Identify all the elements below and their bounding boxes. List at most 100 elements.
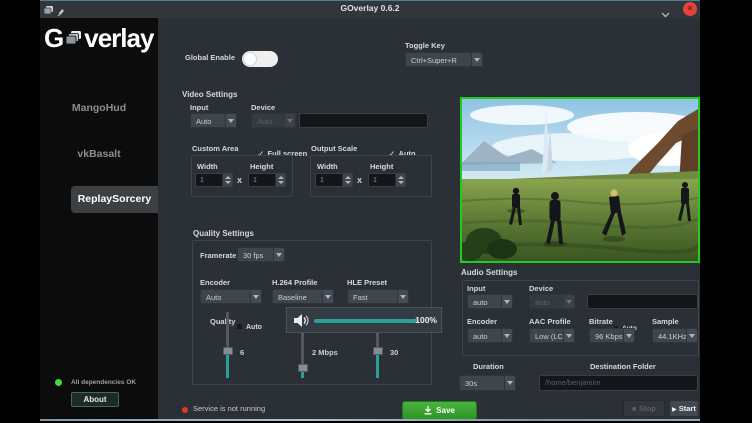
dropdown-arrow-icon	[563, 295, 574, 308]
titlebar[interactable]: GOverlay 0.6.2 ×	[40, 0, 700, 18]
toggle-key-dropdown[interactable]: Ctrl+Super+R	[405, 52, 483, 67]
desktop-stage: GOverlay 0.6.2 × Gverlay MangoHud vkBasa…	[0, 0, 752, 423]
checkbox-unchecked-icon	[236, 323, 243, 330]
dropdown-arrow-icon[interactable]	[225, 114, 236, 127]
framerate-dropdown[interactable]: 30 fps	[237, 247, 285, 262]
quality-auto-checkbox[interactable]: Auto	[236, 316, 262, 334]
slider-handle[interactable]	[373, 347, 383, 355]
spinner-arrows-icon[interactable]	[222, 174, 232, 186]
speaker-icon[interactable]	[293, 313, 310, 333]
video-device-field[interactable]	[299, 113, 428, 128]
audio-settings-title: Audio Settings	[461, 268, 517, 277]
dropdown-arrow-icon[interactable]	[686, 329, 697, 342]
h264-profile-label: H.264 Profile	[272, 278, 317, 287]
hle-preset-dropdown[interactable]: Fast	[347, 289, 409, 304]
play-icon: ▶	[672, 407, 677, 413]
logo-windows-icon	[64, 24, 83, 43]
dropdown-arrow-icon[interactable]	[563, 329, 574, 342]
dropdown-arrow-icon[interactable]	[504, 376, 515, 390]
bitrate-dropdown[interactable]: 96 Kbps	[589, 328, 635, 343]
sample-dropdown[interactable]: 44.1KHz	[652, 328, 698, 343]
output-width-spinbox[interactable]: 1	[315, 173, 353, 187]
sample-value: 44.1KHz	[658, 332, 687, 341]
duration-label: Duration	[473, 362, 504, 371]
volume-slider[interactable]	[314, 319, 418, 323]
toggle-key-value: Ctrl+Super+R	[411, 56, 457, 65]
dropdown-arrow-icon[interactable]	[471, 53, 482, 66]
capture-preview	[460, 97, 700, 263]
dropdown-arrow-icon[interactable]	[501, 295, 512, 308]
window-bottom-edge	[40, 419, 700, 421]
stop-label: Stop	[639, 404, 656, 413]
encoder-value: Auto	[206, 293, 221, 302]
dropdown-arrow-icon	[284, 114, 295, 127]
stop-button[interactable]: ■Stop	[623, 400, 665, 417]
sidebar-item-replaysorcery[interactable]: ReplaySorcery	[71, 186, 158, 213]
close-icon[interactable]: ×	[683, 2, 697, 16]
output-separator: X	[357, 176, 362, 185]
spinner-arrows-icon[interactable]	[395, 174, 405, 186]
audio-device-dropdown: auto	[529, 294, 575, 309]
about-button[interactable]: About	[71, 392, 119, 407]
global-enable-toggle[interactable]	[242, 51, 278, 67]
custom-width-spinbox[interactable]: 1	[195, 173, 233, 187]
output-height-spinbox[interactable]: 1	[368, 173, 406, 187]
encoder-label: Encoder	[200, 278, 230, 287]
save-button[interactable]: Save	[402, 401, 477, 420]
framerate-value: 30 fps	[243, 251, 263, 260]
output-scale-label: Output Scale	[311, 144, 357, 153]
sidebar-item-vkbasalt[interactable]: vkBasalt	[40, 148, 158, 160]
duration-dropdown[interactable]: 30s	[459, 375, 516, 391]
volume-percent: 100%	[415, 315, 437, 325]
audio-device-field[interactable]	[587, 294, 698, 309]
dropdown-arrow-icon[interactable]	[501, 329, 512, 342]
chevron-down-icon[interactable]	[661, 5, 670, 23]
start-button[interactable]: ▶Start	[669, 400, 699, 417]
slider-handle[interactable]	[298, 364, 308, 372]
video-device-label: Device	[251, 103, 275, 112]
audio-device-value: auto	[535, 298, 550, 307]
quality-label: Quality	[210, 317, 235, 326]
audio-device-label: Device	[529, 284, 553, 293]
spinner-arrows-icon[interactable]	[342, 174, 352, 186]
dropdown-arrow-icon[interactable]	[322, 290, 333, 303]
output-width-value: 1	[320, 177, 324, 184]
h264-profile-dropdown[interactable]: Baseline	[272, 289, 334, 304]
download-icon	[424, 406, 432, 415]
output-width-label: Width	[317, 162, 338, 171]
video-device-value: Auto	[257, 117, 272, 126]
audio-encoder-label: Encoder	[467, 317, 497, 326]
audio-input-dropdown[interactable]: auto	[467, 294, 513, 309]
aac-profile-dropdown[interactable]: Low (LC)	[529, 328, 575, 343]
custom-width-value: 1	[200, 177, 204, 184]
dropdown-arrow-icon[interactable]	[273, 248, 284, 261]
audio-encoder-dropdown[interactable]: auto	[467, 328, 513, 343]
video-device-dropdown: Auto	[251, 113, 296, 128]
slider-handle[interactable]	[223, 347, 233, 355]
toggle-knob	[243, 52, 257, 66]
start-label: Start	[679, 404, 696, 413]
sidebar-item-mangohud[interactable]: MangoHud	[40, 102, 158, 114]
destination-folder-label: Destination Folder	[590, 362, 656, 371]
video-input-value: Auto	[196, 117, 211, 126]
quality-settings-title: Quality Settings	[193, 229, 254, 238]
dropdown-arrow-icon[interactable]	[250, 290, 261, 303]
h264-profile-value: Baseline	[278, 293, 307, 302]
custom-height-value: 1	[253, 177, 257, 184]
volume-popup: 100%	[286, 307, 442, 333]
encoder-dropdown[interactable]: Auto	[200, 289, 262, 304]
goverlay-window: GOverlay 0.6.2 × Gverlay MangoHud vkBasa…	[40, 0, 700, 421]
quality-auto-label: Auto	[246, 324, 262, 331]
video-input-dropdown[interactable]: Auto	[190, 113, 237, 128]
dropdown-arrow-icon[interactable]	[623, 329, 634, 342]
spinner-arrows-icon[interactable]	[275, 174, 285, 186]
toggle-key-label: Toggle Key	[405, 41, 445, 50]
audio-input-value: auto	[473, 298, 488, 307]
framerate-slider-value: 30	[390, 348, 398, 357]
destination-folder-field[interactable]: /home/benjamim	[539, 375, 698, 391]
dropdown-arrow-icon[interactable]	[397, 290, 408, 303]
quality-slider[interactable]	[226, 312, 229, 378]
aac-profile-value: Low (LC)	[535, 332, 565, 341]
custom-height-spinbox[interactable]: 1	[248, 173, 286, 187]
logo-text-prefix: G	[44, 23, 63, 53]
